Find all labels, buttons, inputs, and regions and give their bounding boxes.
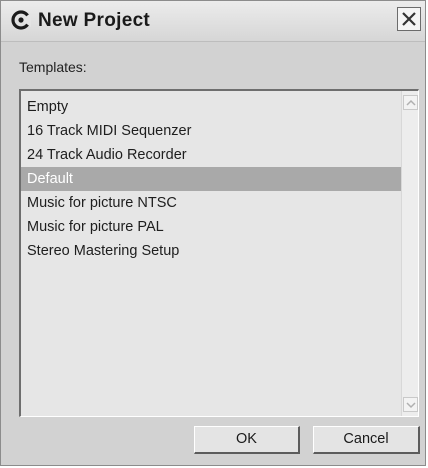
title-bar[interactable]: New Project <box>1 1 425 42</box>
close-icon <box>402 12 416 26</box>
chevron-down-icon <box>406 402 416 409</box>
window-title: New Project <box>38 10 151 31</box>
templates-list: Empty 16 Track MIDI Sequenzer 24 Track A… <box>21 95 401 263</box>
close-button[interactable] <box>397 7 421 31</box>
list-item[interactable]: 16 Track MIDI Sequenzer <box>21 119 401 143</box>
scroll-down-button[interactable] <box>403 397 418 412</box>
list-item[interactable]: Empty <box>21 95 401 119</box>
list-item[interactable]: Stereo Mastering Setup <box>21 239 401 263</box>
list-item[interactable]: Music for picture PAL <box>21 215 401 239</box>
list-item[interactable]: 24 Track Audio Recorder <box>21 143 401 167</box>
cancel-button[interactable]: Cancel <box>313 426 420 454</box>
list-item-selected[interactable]: Default <box>21 167 401 191</box>
templates-listbox[interactable]: Empty 16 Track MIDI Sequenzer 24 Track A… <box>19 89 419 417</box>
chevron-up-icon <box>406 99 416 106</box>
ok-button[interactable]: OK <box>194 426 300 454</box>
scroll-up-button[interactable] <box>403 95 418 110</box>
vertical-scrollbar[interactable] <box>401 91 418 416</box>
list-item[interactable]: Music for picture NTSC <box>21 191 401 215</box>
new-project-dialog: New Project Templates: Empty 16 Track MI… <box>0 0 426 466</box>
templates-label: Templates: <box>19 59 87 75</box>
cubase-logo-icon <box>11 10 31 30</box>
